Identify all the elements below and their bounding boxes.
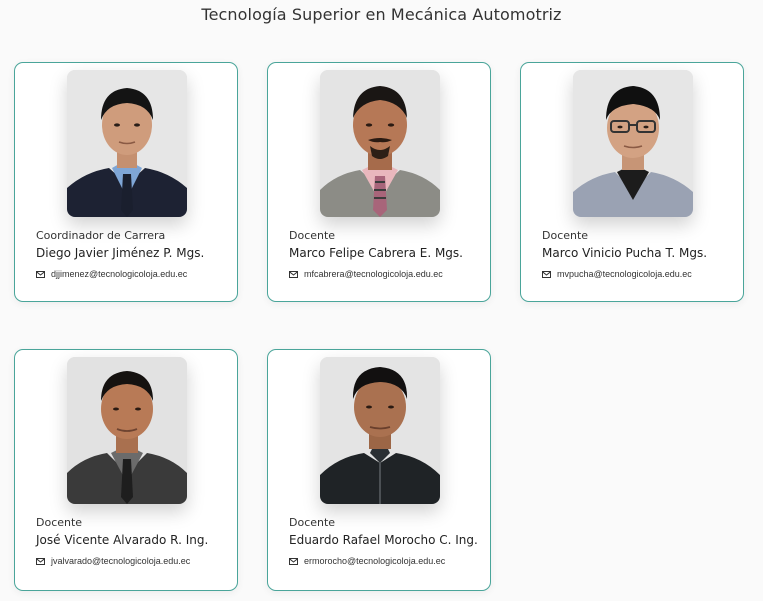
staff-photo [67,357,187,504]
staff-role: Docente [542,229,589,242]
staff-email[interactable]: ermorocho@tecnologicoloja.edu.ec [304,556,445,566]
staff-role: Coordinador de Carrera [36,229,166,242]
staff-email[interactable]: djjimenez@tecnologicoloja.edu.ec [51,269,187,279]
staff-photo [67,70,187,217]
staff-card: Docente Marco Felipe Cabrera E. Mgs. mfc… [267,62,491,302]
staff-photo [573,70,693,217]
envelope-icon [289,270,298,278]
staff-email-row[interactable]: djjimenez@tecnologicoloja.edu.ec [36,269,187,279]
envelope-icon [289,557,298,565]
staff-email-row[interactable]: ermorocho@tecnologicoloja.edu.ec [289,556,445,566]
page-title: Tecnología Superior en Mecánica Automotr… [201,5,562,24]
staff-card: Docente José Vicente Alvarado R. Ing. jv… [14,349,238,591]
staff-role: Docente [289,229,336,242]
staff-email[interactable]: jvalvarado@tecnologicoloja.edu.ec [51,556,190,566]
envelope-icon [36,557,45,565]
staff-email[interactable]: mvpucha@tecnologicoloja.edu.ec [557,269,692,279]
staff-email-row[interactable]: mfcabrera@tecnologicoloja.edu.ec [289,269,443,279]
staff-email-row[interactable]: mvpucha@tecnologicoloja.edu.ec [542,269,692,279]
staff-email[interactable]: mfcabrera@tecnologicoloja.edu.ec [304,269,443,279]
staff-role: Docente [36,516,83,529]
envelope-icon [36,270,45,278]
staff-name: José Vicente Alvarado R. Ing. [36,533,209,547]
staff-name: Marco Felipe Cabrera E. Mgs. [289,246,463,260]
staff-name: Diego Javier Jiménez P. Mgs. [36,246,205,260]
staff-role: Docente [289,516,336,529]
staff-photo [320,357,440,504]
staff-card: Docente Eduardo Rafael Morocho C. Ing. e… [267,349,491,591]
staff-card: Coordinador de Carrera Diego Javier Jimé… [14,62,238,302]
envelope-icon [542,270,551,278]
staff-name: Eduardo Rafael Morocho C. Ing. [289,533,478,547]
staff-email-row[interactable]: jvalvarado@tecnologicoloja.edu.ec [36,556,190,566]
staff-name: Marco Vinicio Pucha T. Mgs. [542,246,708,260]
staff-card: Docente Marco Vinicio Pucha T. Mgs. mvpu… [520,62,744,302]
staff-photo [320,70,440,217]
